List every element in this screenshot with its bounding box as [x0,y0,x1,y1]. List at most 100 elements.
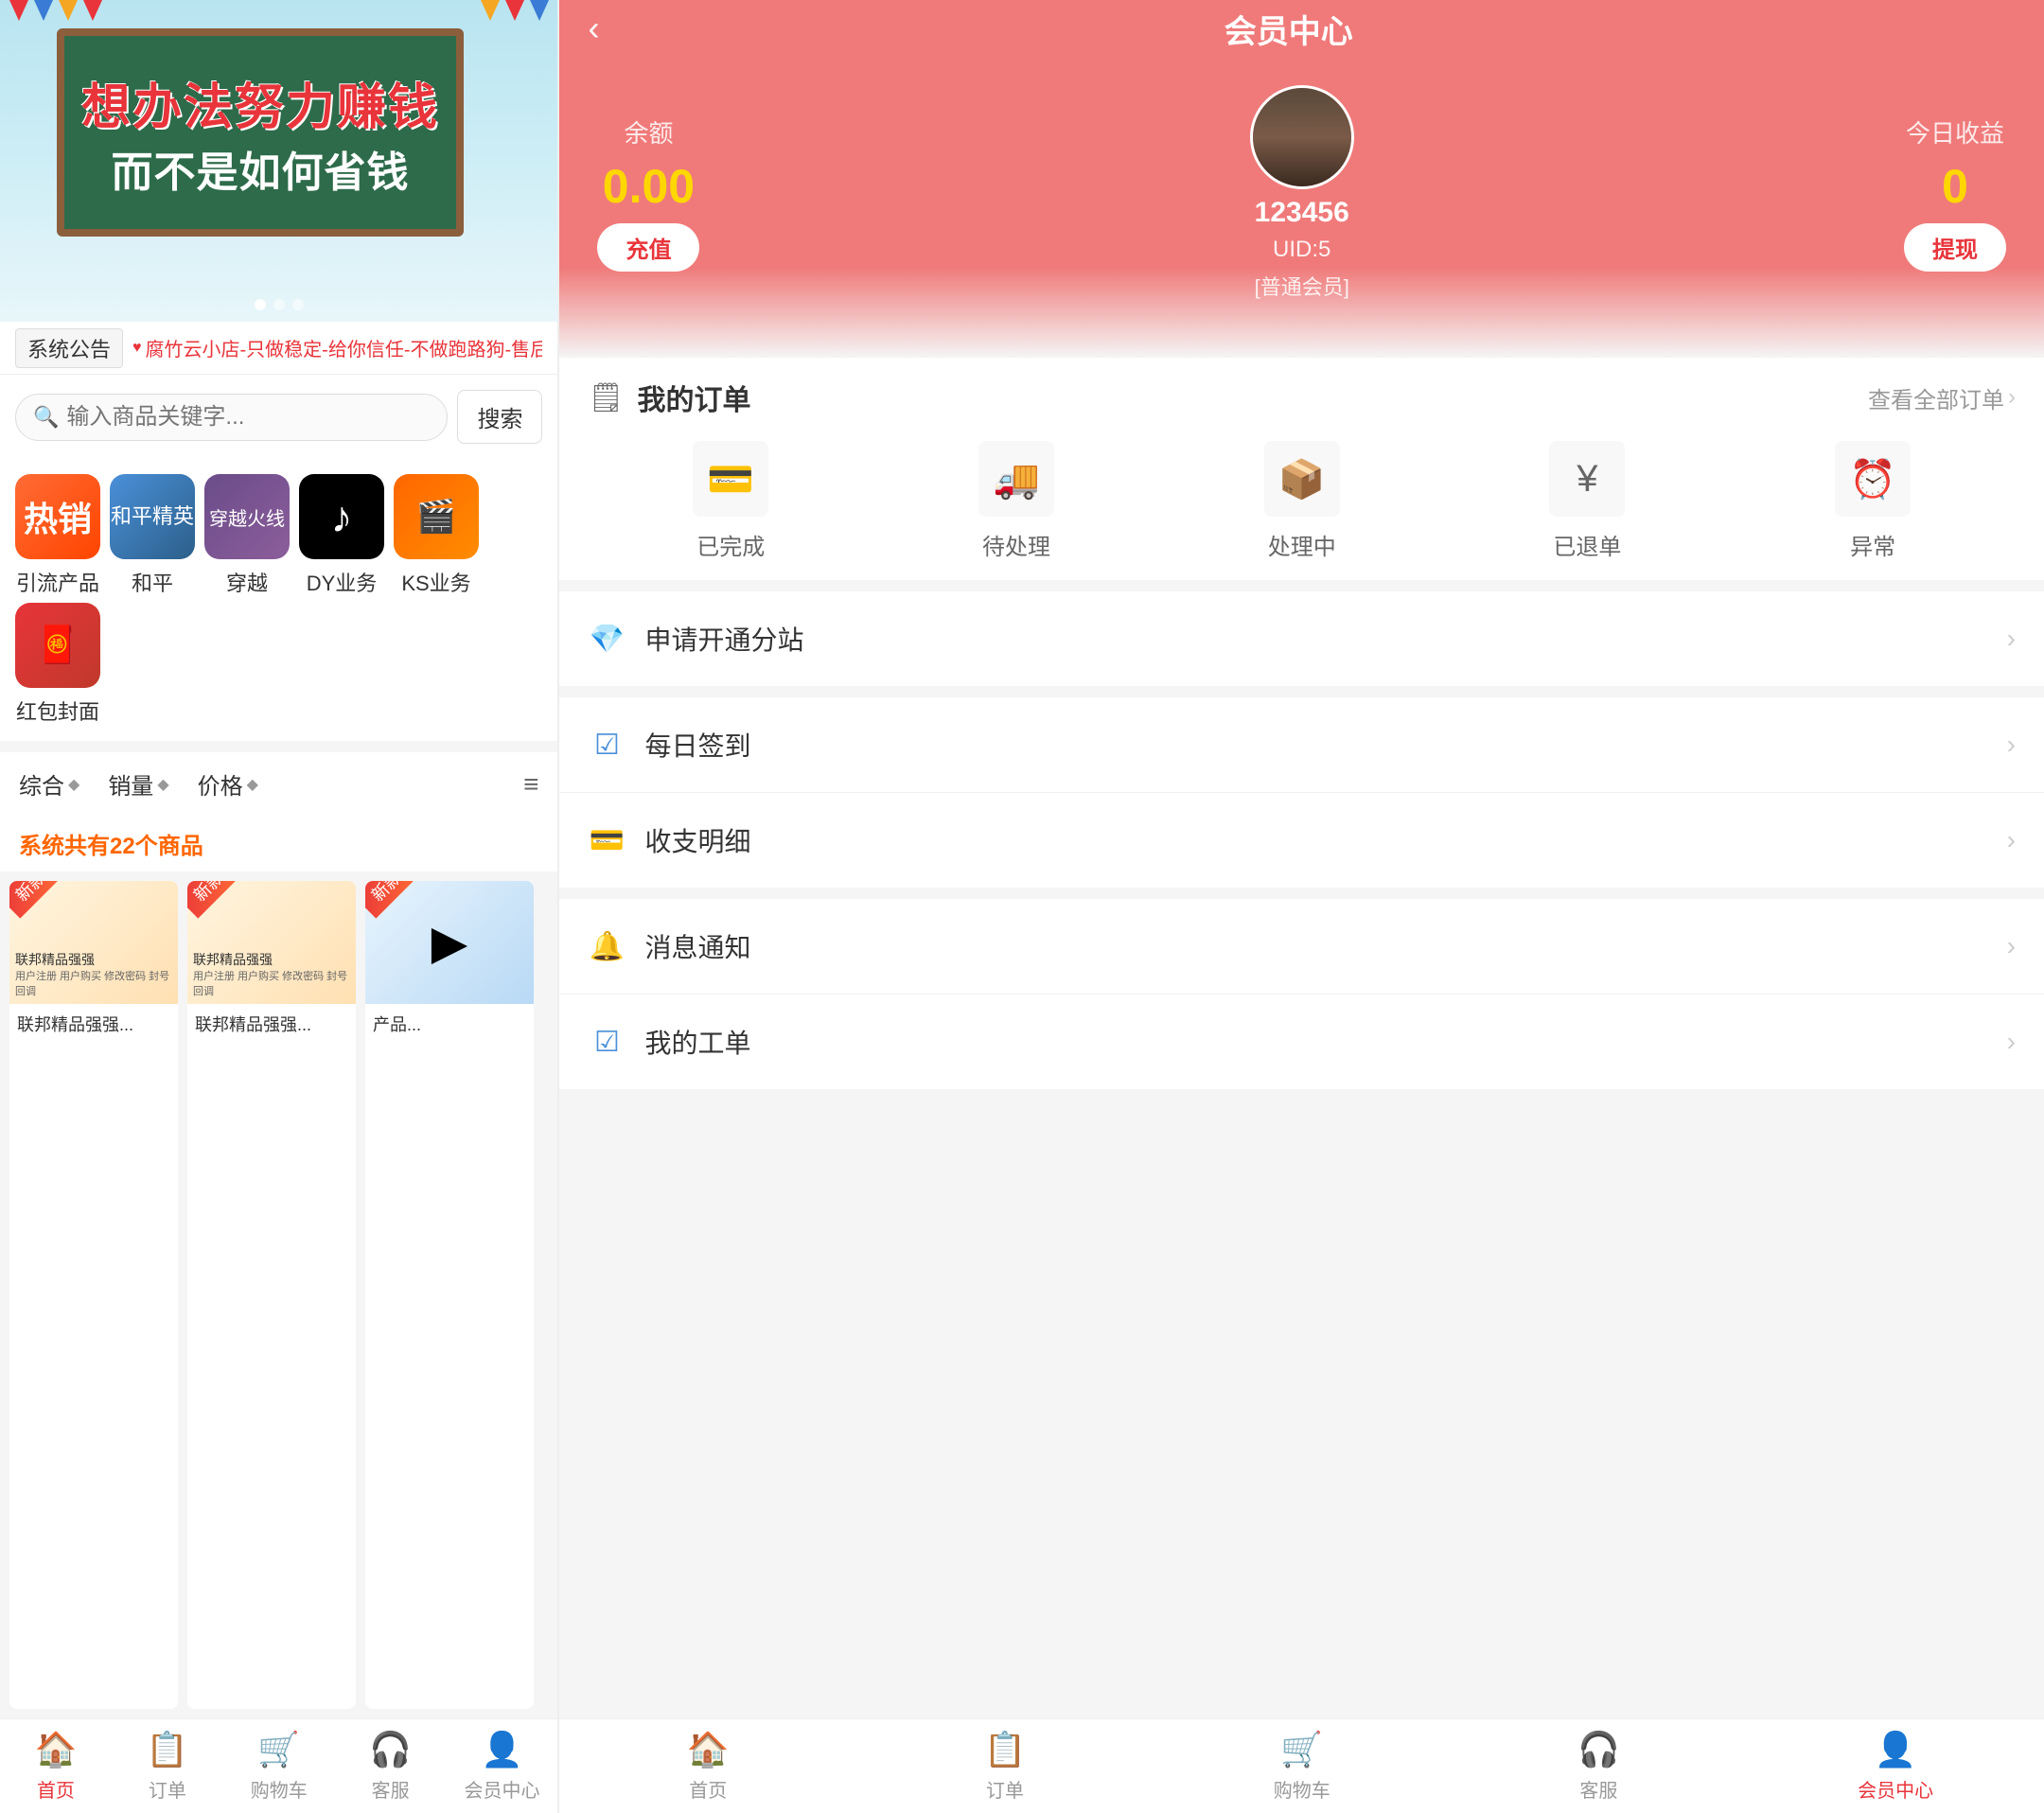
search-button[interactable]: 搜索 [457,390,542,444]
category-red-icon: 🧧 [15,603,100,688]
withdraw-button[interactable]: 提现 [1904,223,2006,272]
product-image-1: 联邦精品强强 用户注册 用户购买 修改密码 封号回调 新款 [9,881,178,1004]
view-all-label: 查看全部订单 [1868,381,2004,414]
search-input-wrap[interactable]: 🔍 [15,394,448,441]
menu-section-2: ☑ 每日签到 › 💳 收支明细 › [559,697,2044,888]
product-card-3[interactable]: ▶ 新款 产品... [365,881,534,1709]
menu-workorder[interactable]: ☑ 我的工单 › [559,995,2044,1089]
avatar-image [1253,88,1351,186]
banner-flags-right [481,0,549,21]
nav-service-right[interactable]: 🎧 客服 [1451,1719,1748,1813]
category-cross[interactable]: 穿越火线 穿越 [204,474,290,597]
category-dy-icon: ♪ [299,474,384,559]
category-peace[interactable]: 和平精英 和平 [110,474,195,597]
service-icon-left: 🎧 [369,1730,412,1769]
order-refunded[interactable]: ¥ 已退单 [1549,441,1625,561]
flag4 [83,0,102,21]
category-red[interactable]: 🧧 红包封面 [15,603,100,726]
balance-amount: 0.00 [603,159,695,214]
nav-cart-right[interactable]: 🛒 购物车 [1154,1719,1451,1813]
earnings-label: 今日收益 [1906,114,2004,150]
nav-cart-left[interactable]: 🛒 购物车 [223,1719,335,1813]
flag6 [505,0,524,21]
order-pending[interactable]: 🚚 待处理 [978,441,1054,561]
sort-bar: 综合 ◆ 销量 ◆ 价格 ◆ ≡ [0,752,557,816]
bottom-nav-right: 🏠 首页 📋 订单 🛒 购物车 🎧 客服 👤 会员中心 [559,1718,2044,1813]
order-refunded-icon: ¥ [1549,441,1625,517]
product-title-1: 联邦精品强强... [17,1012,170,1036]
home-label-left: 首页 [37,1775,75,1803]
list-view-icon[interactable]: ≡ [523,769,538,800]
nav-member-left[interactable]: 👤 会员中心 [447,1719,558,1813]
menu-checkin[interactable]: ☑ 每日签到 › [559,697,2044,793]
category-ks-icon: 🎬 [394,474,479,559]
finance-icon: 💳 [588,824,626,857]
checkin-chevron: › [2007,730,2016,760]
substation-icon: 💎 [588,623,626,656]
banner-dot-2[interactable] [273,299,285,310]
order-completed-label: 已完成 [696,528,765,561]
user-avatar[interactable] [1250,85,1354,189]
banner-dot-3[interactable] [292,299,304,310]
category-hot-icon: 热销 [15,474,100,559]
username: 123456 [1255,197,1349,229]
search-input[interactable] [66,404,430,431]
order-abnormal[interactable]: ⏰ 异常 [1835,441,1911,561]
service-icon-right: 🎧 [1577,1730,1620,1769]
product-info-3: 产品... [365,1004,534,1044]
banner-pagination [255,299,304,310]
menu-notification[interactable]: 🔔 消息通知 › [559,899,2044,995]
category-dy-label: DY业务 [307,567,378,597]
category-hot[interactable]: 热销 引流产品 [15,474,100,597]
checkin-label: 每日签到 [644,726,2006,764]
banner-text1: 想办法努力赚钱 [81,67,439,138]
product-info-2: 联邦精品强强... [187,1004,356,1044]
flag5 [481,0,500,21]
user-uid: UID:5 [1273,237,1330,263]
product-card-2[interactable]: 联邦精品强强 用户注册 用户购买 修改密码 封号回调 新款 联邦精品强强... [187,881,356,1709]
order-completed[interactable]: 💳 已完成 [693,441,768,561]
category-ks[interactable]: 🎬 KS业务 [394,474,479,597]
product-card-1[interactable]: 联邦精品强强 用户注册 用户购买 修改密码 封号回调 新款 联邦精品强强... [9,881,178,1709]
bottom-nav-left: 🏠 首页 📋 订单 🛒 购物车 🎧 客服 👤 会员中心 [0,1718,557,1813]
view-all-orders[interactable]: 查看全部订单 › [1868,381,2016,414]
nav-member-right[interactable]: 👤 会员中心 [1747,1719,2044,1813]
nav-orders-left[interactable]: 📋 订单 [112,1719,223,1813]
category-ks-label: KS业务 [401,567,470,597]
nav-home-right[interactable]: 🏠 首页 [559,1719,856,1813]
categories-grid: 热销 引流产品 和平精英 和平 穿越火线 穿越 ♪ DY业务 🎬 K [0,459,557,612]
back-button[interactable]: ‹ [588,9,599,48]
sort-comprehensive[interactable]: 综合 ◆ [19,767,79,801]
product-image-3: ▶ 新款 [365,881,534,1004]
balance-label: 余额 [624,114,673,150]
hero-balance-section: 余额 0.00 充值 [597,114,699,272]
sort-sales-label: 销量 [108,767,153,801]
banner-text2: 而不是如何省钱 [112,138,410,199]
cart-label-left: 购物车 [251,1775,308,1803]
menu-substation[interactable]: 💎 申请开通分站 › [559,591,2044,686]
nav-orders-right[interactable]: 📋 订单 [856,1719,1154,1813]
orders-icon-right: 📋 [984,1730,1027,1769]
order-processing[interactable]: 📦 处理中 [1264,441,1340,561]
menu-finance[interactable]: 💳 收支明细 › [559,793,2044,888]
orders-status-grid: 💳 已完成 🚚 待处理 📦 处理中 ¥ 已退单 ⏰ 异常 [588,441,2016,561]
banner-dot-1[interactable] [255,299,266,310]
charge-button[interactable]: 充值 [597,223,699,272]
banner-flags-left [9,0,102,21]
sort-price[interactable]: 价格 ◆ [198,767,258,801]
sort-comprehensive-label: 综合 [19,767,64,801]
order-pending-icon: 🚚 [978,441,1054,517]
sort-price-icon: ◆ [247,775,258,794]
orders-label-left: 订单 [149,1775,186,1803]
nav-home-left[interactable]: 🏠 首页 [0,1719,112,1813]
sort-sales[interactable]: 销量 ◆ [108,767,168,801]
cart-icon-right: 🛒 [1280,1730,1323,1769]
home-icon-left: 🏠 [35,1730,78,1769]
member-type: [普通会员] [1255,271,1349,301]
category-dy[interactable]: ♪ DY业务 [299,474,384,597]
orders-title-wrap: 🗒 我的订单 [588,377,750,418]
nav-service-left[interactable]: 🎧 客服 [335,1719,447,1813]
order-processing-label: 处理中 [1268,528,1336,561]
search-bar: 🔍 搜索 [0,375,557,459]
right-header: ‹ 会员中心 [559,0,2044,57]
